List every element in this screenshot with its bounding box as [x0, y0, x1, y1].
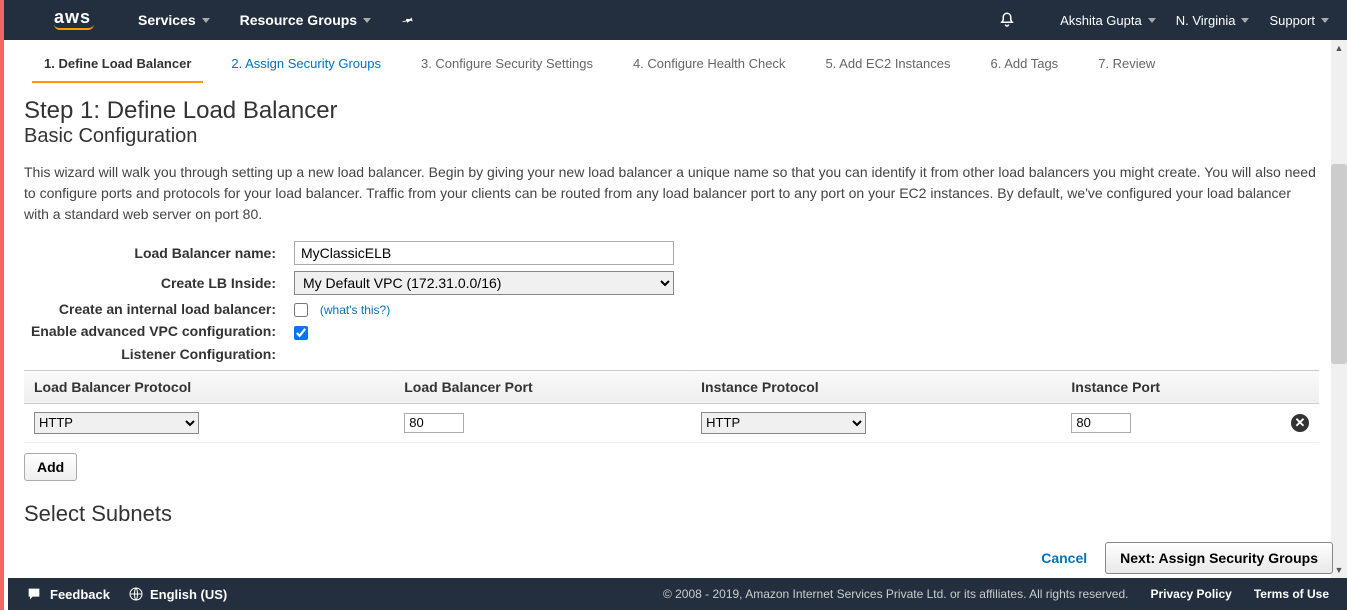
- listener-table: Load Balancer Protocol Load Balancer Por…: [24, 370, 1319, 443]
- internal-lb-label: Create an internal load balancer:: [24, 301, 294, 317]
- listener-config-label: Listener Configuration:: [24, 346, 294, 362]
- step-label: 5. Add EC2 Instances: [825, 56, 950, 71]
- step-label: 6. Add Tags: [990, 56, 1058, 71]
- step-label: 1. Define Load Balancer: [44, 56, 191, 71]
- bottom-bar: Feedback English (US) © 2008 - 2019, Ama…: [8, 578, 1347, 610]
- col-inst-protocol: Instance Protocol: [691, 370, 1061, 403]
- step-label: 4. Configure Health Check: [633, 56, 785, 71]
- chevron-down-icon: [363, 18, 371, 23]
- step-assign-security-groups[interactable]: 2. Assign Security Groups: [219, 50, 393, 83]
- inst-protocol-select[interactable]: HTTP: [701, 412, 866, 434]
- step-review[interactable]: 7. Review: [1086, 50, 1167, 83]
- cancel-button[interactable]: Cancel: [1041, 550, 1087, 566]
- nav-services-label: Services: [138, 12, 196, 28]
- main-content: Step 1: Define Load Balancer Basic Confi…: [4, 83, 1347, 581]
- row-listener-label: Listener Configuration:: [24, 346, 1319, 362]
- nav-resource-groups[interactable]: Resource Groups: [240, 12, 371, 28]
- chevron-down-icon: [1241, 18, 1249, 23]
- adv-vpc-label: Enable advanced VPC configuration:: [24, 323, 294, 339]
- add-listener-button[interactable]: Add: [24, 453, 77, 481]
- step-configure-health-check[interactable]: 4. Configure Health Check: [621, 50, 797, 83]
- create-inside-label: Create LB Inside:: [24, 275, 294, 291]
- pin-icon[interactable]: [399, 10, 418, 29]
- nav-region[interactable]: N. Virginia: [1176, 13, 1250, 28]
- internal-lb-checkbox[interactable]: [294, 303, 308, 317]
- inst-port-input[interactable]: [1071, 413, 1131, 433]
- lb-protocol-select[interactable]: HTTP: [34, 412, 199, 434]
- col-lb-port: Load Balancer Port: [394, 370, 691, 403]
- step-define-load-balancer[interactable]: 1. Define Load Balancer: [32, 50, 203, 83]
- nav-region-label: N. Virginia: [1176, 13, 1236, 28]
- globe-icon: [128, 586, 144, 602]
- col-actions: [1279, 370, 1319, 403]
- page-title: Step 1: Define Load Balancer: [24, 97, 1319, 125]
- page-description: This wizard will walk you through settin…: [24, 162, 1319, 225]
- listener-row: HTTP HTTP ✕: [24, 403, 1319, 442]
- step-add-tags[interactable]: 6. Add Tags: [978, 50, 1070, 83]
- lb-port-input[interactable]: [404, 413, 464, 433]
- create-inside-select[interactable]: My Default VPC (172.31.0.0/16): [294, 271, 674, 295]
- bell-icon[interactable]: [998, 11, 1016, 29]
- chevron-down-icon: [1321, 18, 1329, 23]
- row-create-inside: Create LB Inside: My Default VPC (172.31…: [24, 271, 1319, 295]
- step-label: 7. Review: [1098, 56, 1155, 71]
- nav-resource-groups-label: Resource Groups: [240, 12, 357, 28]
- nav-support[interactable]: Support: [1269, 13, 1329, 28]
- nav-user-label: Akshita Gupta: [1060, 13, 1142, 28]
- wizard-steps: 1. Define Load Balancer 2. Assign Securi…: [4, 40, 1347, 83]
- nav-support-label: Support: [1269, 13, 1315, 28]
- step-label: 3. Configure Security Settings: [421, 56, 593, 71]
- terms-of-use-link[interactable]: Terms of Use: [1254, 587, 1329, 601]
- aws-logo[interactable]: aws: [54, 7, 94, 30]
- page-subtitle: Basic Configuration: [24, 125, 1319, 148]
- privacy-policy-link[interactable]: Privacy Policy: [1150, 587, 1231, 601]
- lb-name-label: Load Balancer name:: [24, 245, 294, 261]
- language-selector[interactable]: English (US): [150, 587, 227, 602]
- step-configure-security-settings[interactable]: 3. Configure Security Settings: [409, 50, 605, 83]
- chevron-down-icon: [1148, 18, 1156, 23]
- top-nav: aws Services Resource Groups Akshita Gup…: [4, 0, 1347, 40]
- row-adv-vpc: Enable advanced VPC configuration:: [24, 323, 1319, 339]
- adv-vpc-checkbox[interactable]: [294, 326, 308, 340]
- speech-bubble-icon: [26, 586, 42, 602]
- nav-services[interactable]: Services: [138, 12, 210, 28]
- next-button[interactable]: Next: Assign Security Groups: [1105, 542, 1333, 574]
- lb-name-input[interactable]: [294, 241, 674, 265]
- remove-listener-icon[interactable]: ✕: [1291, 414, 1309, 432]
- whats-this-link[interactable]: (what's this?): [320, 303, 390, 317]
- aws-logo-text: aws: [54, 7, 91, 27]
- nav-user[interactable]: Akshita Gupta: [1060, 13, 1156, 28]
- scroll-up-icon[interactable]: ▲: [1331, 40, 1347, 56]
- copyright-text: © 2008 - 2019, Amazon Internet Services …: [663, 587, 1129, 601]
- chevron-down-icon: [202, 18, 210, 23]
- feedback-link[interactable]: Feedback: [50, 587, 110, 602]
- col-inst-port: Instance Port: [1061, 370, 1279, 403]
- col-lb-protocol: Load Balancer Protocol: [24, 370, 394, 403]
- row-internal-lb: Create an internal load balancer: (what'…: [24, 301, 1319, 317]
- step-add-ec2-instances[interactable]: 5. Add EC2 Instances: [813, 50, 962, 83]
- row-lb-name: Load Balancer name:: [24, 241, 1319, 265]
- step-label: 2. Assign Security Groups: [231, 56, 381, 71]
- footer-actions: Cancel Next: Assign Security Groups: [1041, 542, 1333, 574]
- listener-section: Load Balancer Protocol Load Balancer Por…: [24, 370, 1319, 481]
- select-subnets-heading: Select Subnets: [24, 501, 1319, 527]
